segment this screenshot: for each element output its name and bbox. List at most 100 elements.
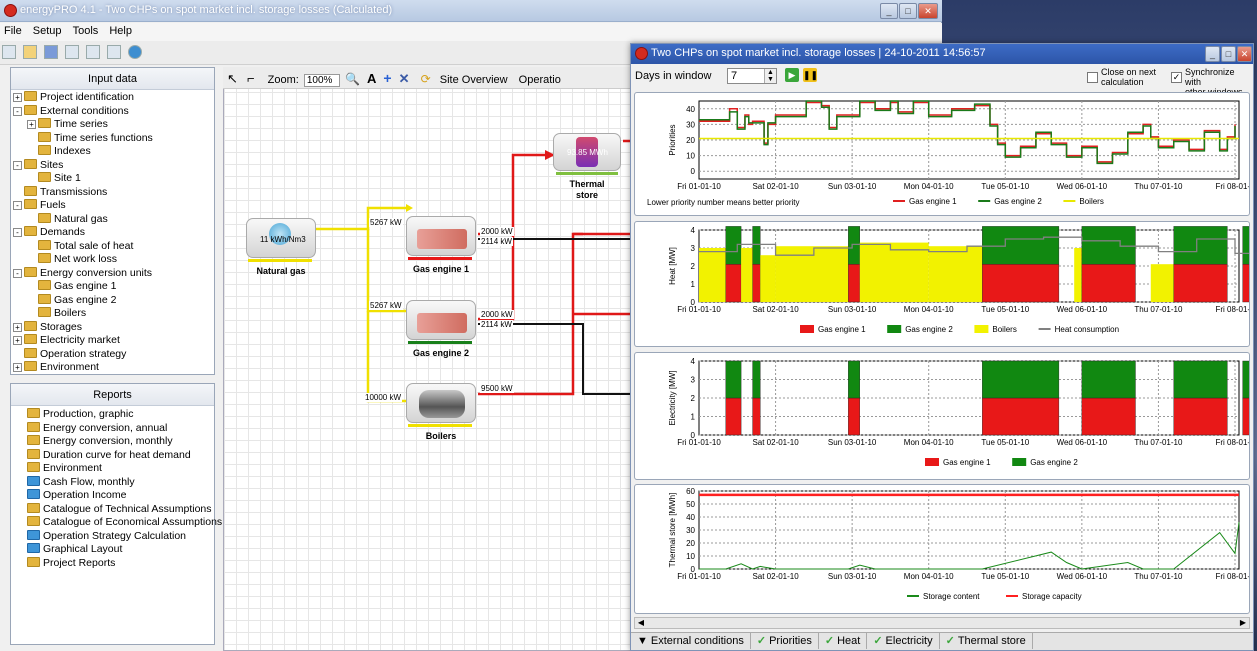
minimize-button[interactable]: _ <box>880 3 898 19</box>
report-item-energy-conversion-annual[interactable]: Energy conversion, annual <box>27 421 198 436</box>
tree-item-operation-strategy[interactable]: Operation strategy <box>13 347 212 362</box>
menu-file[interactable]: File <box>0 23 26 39</box>
menu-setup[interactable]: Setup <box>29 23 66 39</box>
tree-item-project-identification[interactable]: + Project identification <box>13 91 212 105</box>
save-icon[interactable] <box>44 45 59 59</box>
maximize-button[interactable]: □ <box>899 3 917 19</box>
add-icon[interactable]: + <box>383 70 391 86</box>
close-button[interactable]: ✕ <box>918 3 938 19</box>
tree-item-time-series-functions[interactable]: Time series functions <box>13 131 212 146</box>
report-item-graphical-layout[interactable]: Graphical Layout <box>27 543 198 557</box>
x-tick-label: Sat 02-01-10 <box>752 182 799 191</box>
bar-gas-engine-2 <box>1242 226 1257 265</box>
collapse-icon[interactable]: - <box>13 106 22 116</box>
tree-item-gas-engine-2[interactable]: Gas engine 2 <box>13 293 212 308</box>
thermal-store-unit[interactable]: 93.85 MWh <box>553 133 621 171</box>
new-project-icon[interactable] <box>2 45 16 59</box>
expand-icon[interactable]: + <box>13 363 22 372</box>
report-item-duration-curve-for-heat-demand[interactable]: Duration curve for heat demand <box>27 448 198 463</box>
tree-item-time-series[interactable]: + Time series <box>13 118 212 132</box>
site-overview-icon[interactable]: ⟳ <box>421 72 431 86</box>
scroll-left-icon[interactable]: ◀ <box>635 618 647 628</box>
site-overview-button[interactable]: Site Overview <box>440 74 508 86</box>
scroll-right-icon[interactable]: ▶ <box>1237 618 1249 628</box>
zoom-select[interactable]: 100% <box>303 74 340 87</box>
operation-button[interactable]: Operatio <box>519 74 561 86</box>
tree-item-transmissions[interactable]: Transmissions <box>13 185 212 200</box>
collapse-icon[interactable]: - <box>13 268 22 278</box>
gas-engine-2-unit[interactable] <box>406 300 476 340</box>
connector-icon[interactable]: ⌐ <box>247 71 255 86</box>
menu-tools[interactable]: Tools <box>69 23 103 39</box>
tree-item-indexes[interactable]: Indexes <box>13 145 212 159</box>
tree-item-external-conditions[interactable]: - External conditions <box>13 104 212 119</box>
synchronize-checkbox[interactable]: ✓ <box>1171 72 1182 83</box>
expand-icon[interactable]: + <box>13 322 22 332</box>
tab-external-conditions[interactable]: ▼ External conditions <box>631 633 751 649</box>
tree-item-gas-engine-1[interactable]: Gas engine 1 <box>13 280 212 294</box>
calculate-icon[interactable] <box>128 45 143 59</box>
tree-item-boilers[interactable]: Boilers <box>13 307 212 321</box>
x-tick-label: Thu 07-01-10 <box>1134 438 1183 447</box>
graphic-minimize-button[interactable]: _ <box>1205 46 1220 62</box>
pointer-icon[interactable]: ↖ <box>227 71 238 87</box>
open-icon[interactable] <box>23 45 38 59</box>
graphic-close-button[interactable]: ✕ <box>1237 46 1252 62</box>
tree-item-sites[interactable]: - Sites <box>13 158 212 173</box>
report-item-production-graphic[interactable]: Production, graphic <box>27 408 198 422</box>
expand-icon[interactable]: + <box>27 120 36 129</box>
report-item-environment[interactable]: Environment <box>27 462 198 476</box>
gas-engine-1-unit[interactable] <box>406 216 476 256</box>
report-item-cash-flow-monthly[interactable]: Cash Flow, monthly <box>27 475 198 490</box>
tree-item-environment[interactable]: + Environment <box>13 361 212 375</box>
electricity-chart-box: 0 1 2 3 4 Fri 01-01-10 Sat 02-01-10 Sun 03-01-1… <box>634 352 1257 480</box>
pause-icon[interactable]: ❚❚ <box>803 68 818 82</box>
legend-label: Gas engine 1 <box>909 197 957 206</box>
report-item-operation-income[interactable]: Operation Income <box>27 489 198 503</box>
tab-priorities[interactable]: ✓ Priorities <box>751 633 819 649</box>
report-item-catalogue-of-technical-assumptions[interactable]: Catalogue of Technical Assumptions <box>27 502 212 517</box>
x-tick-label: Sun 03-01-10 <box>828 182 877 191</box>
menu-help[interactable]: Help <box>105 23 136 39</box>
tree-item-electricity-market[interactable]: + Electricity market <box>13 334 212 348</box>
tree-item-demands[interactable]: - Demands <box>13 226 212 240</box>
expand-icon[interactable]: + <box>13 93 22 102</box>
graphic-window-titlebar[interactable]: Two CHPs on spot market incl. storage lo… <box>631 44 1253 64</box>
tree-item-label: Sites <box>40 158 64 171</box>
tab-electricity[interactable]: ✓ Electricity <box>867 633 940 649</box>
tree-item-fuels[interactable]: - Fuels <box>13 199 212 213</box>
preview-icon[interactable] <box>86 45 101 59</box>
tree-item-storages[interactable]: + Storages <box>13 320 212 335</box>
play-icon[interactable]: ▶ <box>785 68 799 82</box>
report-item-energy-conversion-monthly[interactable]: Energy conversion, monthly <box>27 435 198 449</box>
tree-item-total-sale-of-heat[interactable]: Total sale of heat <box>13 239 212 254</box>
collapse-icon[interactable]: - <box>13 201 22 210</box>
print-icon[interactable] <box>65 45 80 59</box>
report-icon[interactable] <box>107 45 122 59</box>
boilers-unit[interactable] <box>406 383 476 423</box>
delete-icon[interactable]: ✕ <box>399 71 410 87</box>
tree-item-energy-conversion-units[interactable]: - Energy conversion units <box>13 266 212 281</box>
graphic-maximize-button[interactable]: □ <box>1221 46 1236 62</box>
zoom-icon[interactable]: 🔍 <box>345 72 360 86</box>
natural-gas-unit[interactable]: 11 kWh/Nm3 <box>246 218 316 258</box>
report-item-catalogue-of-economical-assumptions[interactable]: Catalogue of Economical Assumptions <box>27 516 222 530</box>
expand-icon[interactable]: + <box>13 336 22 345</box>
reports-header: Reports <box>11 384 214 406</box>
tree-item-natural-gas[interactable]: Natural gas <box>13 212 212 227</box>
tree-item-net-work-loss[interactable]: Net work loss <box>13 253 212 267</box>
tree-item-label: Environment <box>40 361 99 373</box>
collapse-icon[interactable]: - <box>13 228 22 237</box>
close-on-next-checkbox[interactable] <box>1087 72 1098 83</box>
tree-item-site-1[interactable]: Site 1 <box>13 172 212 186</box>
text-icon[interactable]: A <box>367 71 376 86</box>
horizontal-scrollbar[interactable]: ◀ ▶ <box>634 617 1250 629</box>
tab-heat[interactable]: ✓ Heat <box>819 633 868 649</box>
report-item-project-reports[interactable]: Project Reports <box>27 556 198 571</box>
collapse-icon[interactable]: - <box>13 160 22 170</box>
title-bar[interactable]: energyPRO 4.1 - Two CHPs on spot market … <box>0 0 942 22</box>
days-spinner[interactable]: ▲ ▼ <box>764 69 776 83</box>
report-item-operation-strategy-calculation[interactable]: Operation Strategy Calculation <box>27 529 198 544</box>
bar-gas-engine-2 <box>1242 360 1257 399</box>
tab-thermal-store[interactable]: ✓ Thermal store <box>940 633 1033 649</box>
